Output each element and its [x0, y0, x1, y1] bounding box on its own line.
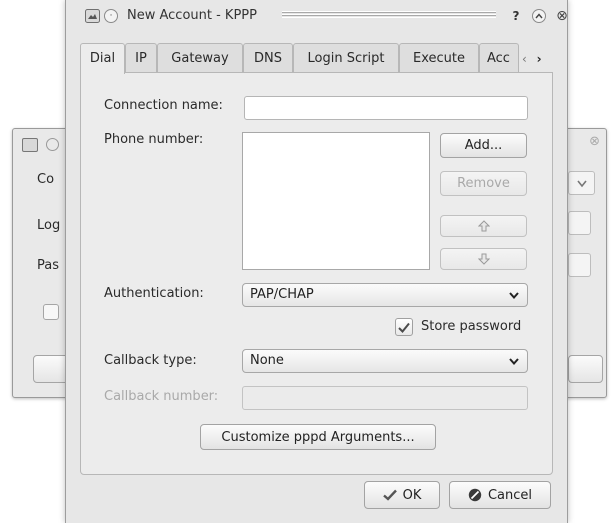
- tab-execute-label: Execute: [413, 51, 465, 66]
- store-password-label[interactable]: Store password: [421, 319, 521, 334]
- tab-dial-label: Dial: [89, 51, 116, 66]
- chevron-down-icon: [509, 292, 519, 300]
- tab-gateway[interactable]: Gateway: [157, 43, 243, 73]
- cancel-icon: [468, 488, 482, 502]
- callback-type-label: Callback type:: [104, 353, 197, 368]
- callback-type-value: None: [250, 353, 284, 368]
- chevron-down-icon: [577, 180, 587, 188]
- checkmark-icon: [398, 322, 410, 333]
- store-password-checkbox[interactable]: [395, 318, 413, 336]
- background-label-connection: Co: [37, 172, 55, 187]
- move-up-button[interactable]: [440, 215, 527, 237]
- tab-dns-label: DNS: [254, 51, 282, 66]
- phone-number-list[interactable]: [242, 132, 430, 270]
- ok-button-label: OK: [402, 487, 422, 503]
- tab-accounting-label: Acc: [487, 51, 510, 66]
- phone-number-label: Phone number:: [104, 132, 204, 147]
- dial-tab-panel: Connection name: Phone number: Add... Re…: [80, 72, 553, 475]
- tab-scroll-left-icon[interactable]: ‹: [522, 52, 527, 66]
- move-down-button[interactable]: [440, 248, 527, 270]
- window-menu-icon[interactable]: ·: [103, 8, 119, 24]
- background-label-login: Log: [37, 218, 61, 233]
- background-button-right: [568, 355, 603, 383]
- callback-type-select[interactable]: None: [242, 349, 528, 373]
- background-label-password: Pas: [37, 258, 59, 273]
- authentication-select[interactable]: PAP/CHAP: [242, 283, 528, 307]
- tab-accounting[interactable]: Acc: [479, 43, 519, 73]
- tab-scroll-arrows: ‹ ›: [522, 52, 542, 66]
- close-icon[interactable]: ⊗: [542, 8, 568, 24]
- add-button-label: Add...: [464, 138, 503, 153]
- remove-button-label: Remove: [457, 176, 510, 191]
- arrow-down-icon: [477, 253, 490, 265]
- checkmark-icon: [382, 489, 397, 501]
- remove-button[interactable]: Remove: [440, 171, 527, 196]
- callback-number-label: Callback number:: [104, 389, 219, 404]
- cancel-button[interactable]: Cancel: [449, 481, 551, 509]
- chevron-down-icon: [509, 358, 519, 366]
- tab-bar: Dial IP Gateway DNS Login Script Execute…: [80, 43, 551, 74]
- background-checkbox: [43, 304, 59, 320]
- tab-dial[interactable]: Dial: [80, 43, 125, 74]
- customize-pppd-label: Customize pppd Arguments...: [221, 429, 415, 445]
- titlebar-grip: [282, 11, 496, 18]
- authentication-value: PAP/CHAP: [250, 287, 314, 302]
- tab-execute[interactable]: Execute: [399, 43, 479, 73]
- new-account-dialog: · New Account - KPPP ? ⊗ Dial IP Gateway…: [65, 0, 568, 523]
- tab-scroll-right-icon[interactable]: ›: [537, 52, 542, 66]
- cancel-button-label: Cancel: [487, 487, 533, 503]
- background-combo: [568, 171, 595, 195]
- add-button[interactable]: Add...: [440, 133, 527, 158]
- background-field-password: [568, 253, 591, 277]
- tab-login-script-label: Login Script: [307, 51, 385, 66]
- callback-number-input[interactable]: [242, 386, 528, 410]
- background-menu-icon: [46, 138, 59, 151]
- customize-pppd-button[interactable]: Customize pppd Arguments...: [200, 424, 436, 450]
- tab-dns[interactable]: DNS: [243, 43, 293, 73]
- background-app-icon: [22, 138, 38, 152]
- help-icon[interactable]: ?: [508, 8, 524, 24]
- window-title: New Account - KPPP: [127, 8, 257, 23]
- tab-gateway-label: Gateway: [171, 51, 229, 66]
- tab-ip[interactable]: IP: [125, 43, 157, 73]
- background-field-login: [568, 211, 591, 235]
- tab-ip-label: IP: [135, 51, 147, 66]
- arrow-up-icon: [477, 220, 490, 232]
- titlebar[interactable]: · New Account - KPPP ? ⊗: [66, 0, 568, 33]
- connection-name-input[interactable]: [244, 96, 528, 120]
- ok-button[interactable]: OK: [364, 481, 440, 509]
- app-icon[interactable]: [84, 8, 100, 24]
- tab-login-script[interactable]: Login Script: [293, 43, 399, 73]
- authentication-label: Authentication:: [104, 286, 204, 301]
- background-close-icon: ⊗: [589, 134, 600, 149]
- connection-name-label: Connection name:: [104, 98, 223, 113]
